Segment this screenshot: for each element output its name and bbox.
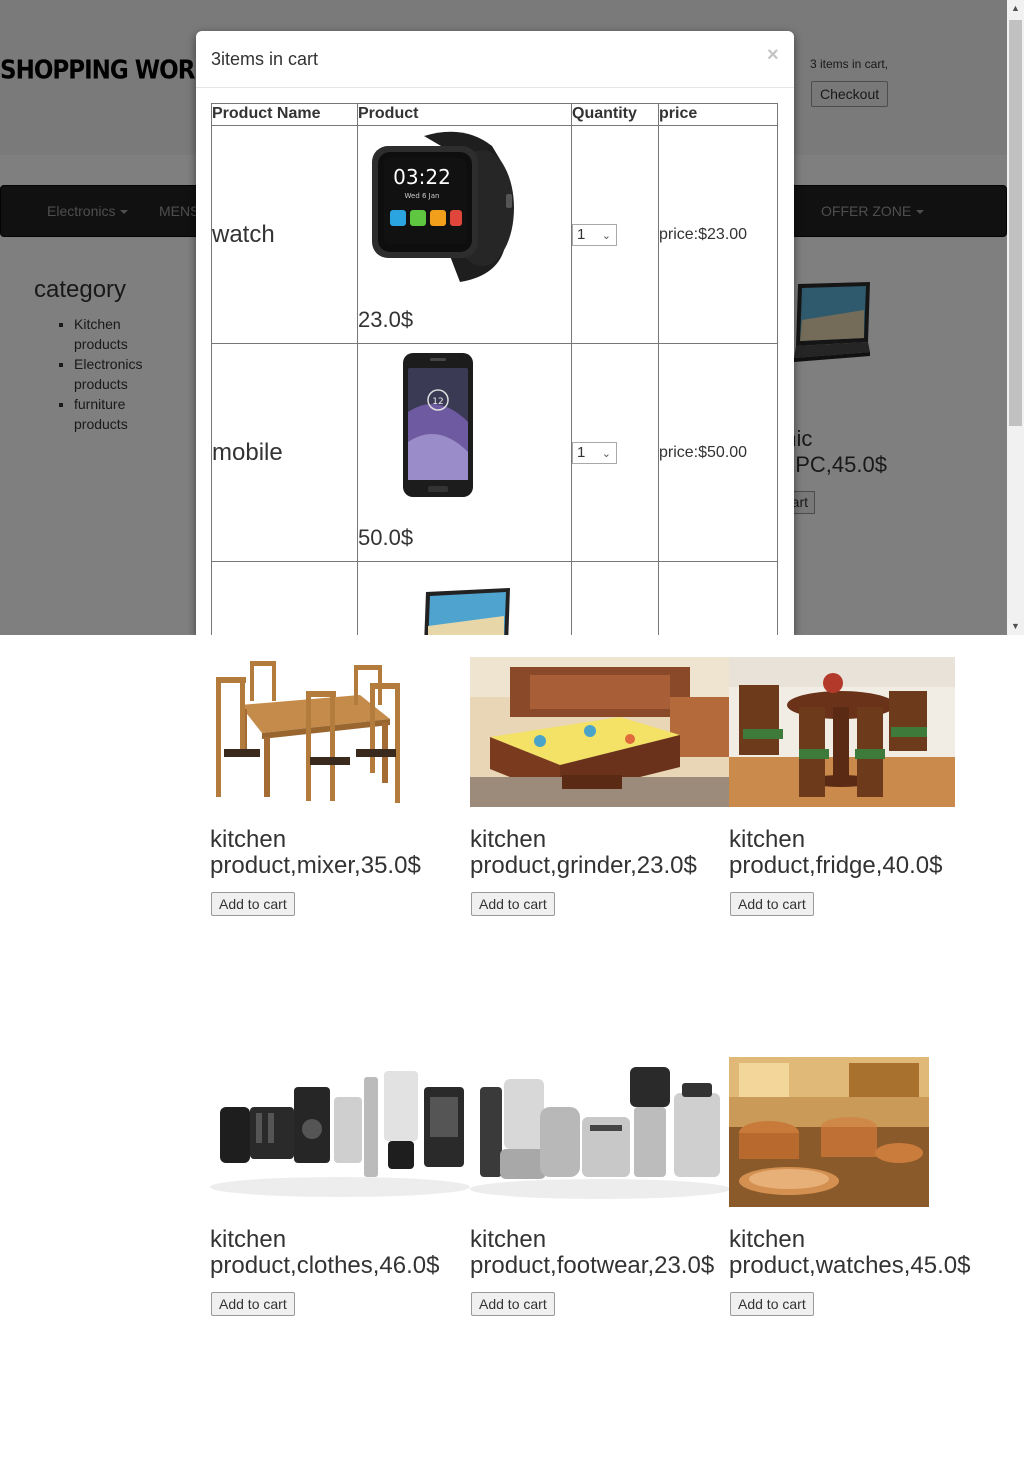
bed-image [470,657,729,807]
product-title: kitchen product,footwear,23.0$ [470,1226,715,1279]
column-header-product: Product [357,103,572,126]
laptop-image [424,588,510,635]
quantity-select[interactable]: 1 ⌄ [572,223,617,246]
table-header-row: Product Name Product Quantity price [211,103,778,126]
cart-item-price: price:$50.00 [658,343,778,562]
cart-table: Product Name Product Quantity price watc… [211,103,778,635]
modal-title: 3items in cart [211,49,319,69]
add-to-cart-button[interactable]: Add to cart [471,892,555,916]
column-header-quantity: Quantity [571,103,659,126]
cart-item-name [211,561,358,635]
copper-pots-image [729,1057,929,1207]
add-to-cart-button[interactable]: Add to cart [730,892,814,916]
scrollbar-thumb[interactable] [1009,20,1022,426]
cart-item-name: watch [211,125,358,344]
chevron-down-icon: ⌄ [601,229,611,242]
cart-item-quantity-cell: 1 ⌄ [571,125,659,344]
table-row: mobile 12 50.0$ 1 ⌄ price:$50.00 [211,343,778,562]
quantity-select[interactable]: 1 ⌄ [572,441,617,464]
product-title: kitchen product,fridge,40.0$ [729,826,943,879]
chevron-down-icon: ⌄ [601,447,611,460]
cart-item-price: price:$23.00 [658,125,778,344]
table-row [211,561,778,635]
svg-text:12: 12 [432,397,443,407]
round-dining-set-image [729,657,955,807]
cart-item-quantity-cell: 1 ⌄ [571,343,659,562]
cart-item-product-price: 50.0$ [358,525,414,550]
cart-item-price [658,561,778,635]
page-viewport: SHOPPING WORLD 3 items in cart, Checkout… [0,0,1024,635]
product-title: kitchen product,clothes,46.0$ [210,1226,440,1279]
add-to-cart-button[interactable]: Add to cart [211,892,295,916]
column-header-product-name: Product Name [211,103,358,126]
kitchen-appliances-image [210,1057,470,1207]
cart-item-product: 12 50.0$ [357,343,572,562]
add-to-cart-button[interactable]: Add to cart [211,1292,295,1316]
add-to-cart-button[interactable]: Add to cart [471,1292,555,1316]
add-to-cart-button[interactable]: Add to cart [730,1292,814,1316]
steel-appliances-image [470,1057,729,1207]
svg-text:03:22: 03:22 [393,165,451,189]
product-title: kitchen product,grinder,23.0$ [470,826,697,879]
modal-header-divider [196,87,794,88]
cart-item-product-price: 23.0$ [358,307,414,332]
quantity-value: 1 [577,443,586,461]
scroll-up-icon[interactable]: ▲ [1007,0,1024,17]
product-title: kitchen product,mixer,35.0$ [210,826,421,879]
smartwatch-image: 03:22 Wed 6 Jan [372,131,514,282]
cart-item-name: mobile [211,343,358,562]
svg-text:Wed 6 Jan: Wed 6 Jan [405,192,440,200]
quantity-value: 1 [577,225,586,243]
cart-item-product [357,561,572,635]
dining-table-image [216,661,400,803]
product-title: kitchen product,watches,45.0$ [729,1226,971,1279]
scroll-down-icon[interactable]: ▼ [1007,618,1024,635]
close-icon[interactable]: × [767,44,779,67]
cart-item-product: 03:22 Wed 6 Jan 23.0$ [357,125,572,344]
table-row: watch 03:22 Wed 6 Jan 23.0$ 1 ⌄ price:$2… [211,125,778,344]
column-header-price: price [658,103,778,126]
smartphone-image: 12 [403,353,473,497]
cart-modal: 3items in cart × Product Name Product Qu… [196,31,794,635]
cart-item-quantity-cell [571,561,659,635]
